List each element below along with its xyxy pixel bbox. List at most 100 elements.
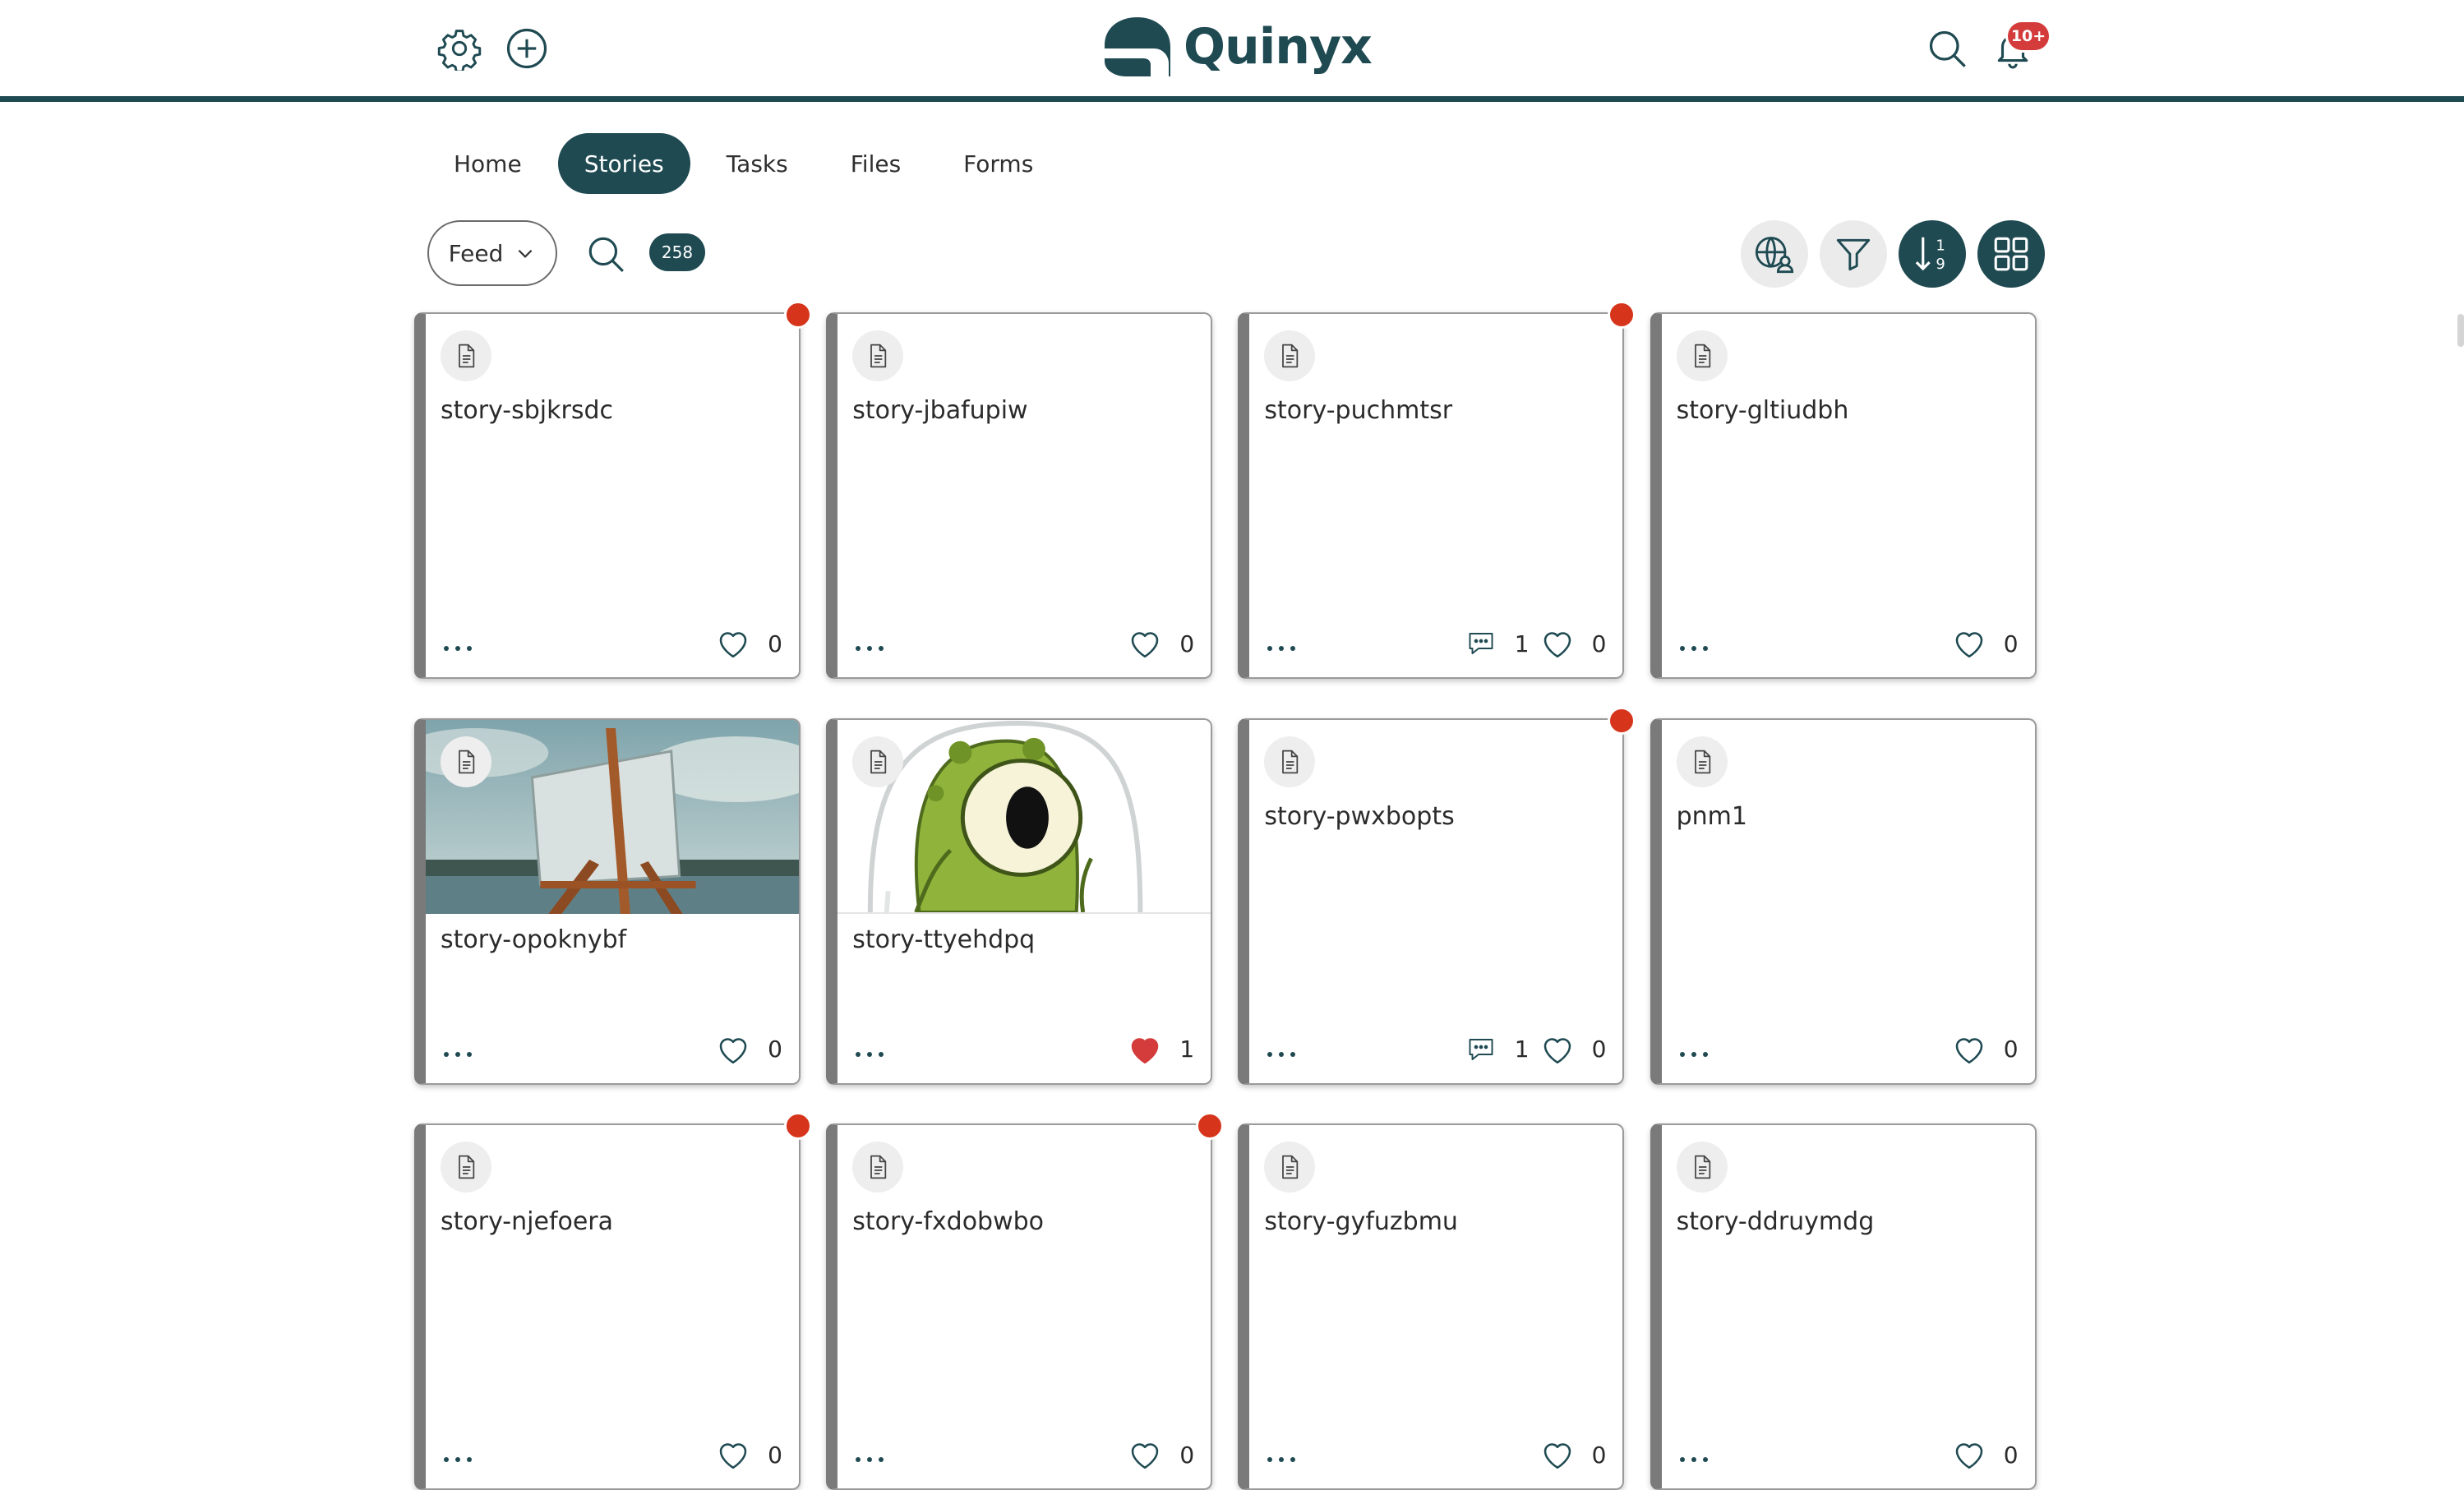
- story-title: story-pwxbopts: [1264, 801, 1455, 831]
- story-title: story-sbjkrsdc: [441, 396, 614, 425]
- comments-stat[interactable]: 1: [1465, 629, 1530, 658]
- dot: [1290, 1051, 1296, 1057]
- more-options-button[interactable]: [444, 1047, 472, 1062]
- more-options-button[interactable]: [856, 1452, 884, 1467]
- likes-stat[interactable]: 0: [717, 1034, 782, 1065]
- likes-stat[interactable]: 0: [1128, 628, 1194, 659]
- likes-stat[interactable]: 0: [1541, 628, 1607, 659]
- svg-text:1: 1: [1936, 238, 1945, 255]
- scrollbar-thumb[interactable]: [2457, 314, 2464, 347]
- heart-filled-icon: [1132, 1037, 1159, 1063]
- story-card-4[interactable]: story-gltiudbh 0: [1650, 312, 2037, 679]
- dot: [856, 646, 861, 651]
- more-options-button[interactable]: [1679, 641, 1708, 656]
- more-options-button[interactable]: [1679, 1452, 1708, 1467]
- dot: [867, 646, 873, 651]
- story-card-6[interactable]: story-ttyehdpq 1: [826, 717, 1213, 1085]
- filter-button[interactable]: [1820, 220, 1887, 288]
- likes-stat[interactable]: 0: [1541, 1439, 1607, 1470]
- sort-button[interactable]: 1 9: [1899, 220, 1966, 288]
- settings-button[interactable]: [436, 25, 483, 72]
- document-icon: [459, 344, 475, 368]
- document-icon: [870, 344, 887, 368]
- unread-indicator: [784, 301, 812, 329]
- comment-count: 1: [1514, 630, 1530, 657]
- story-card-8[interactable]: pnm1 0: [1650, 717, 2037, 1085]
- document-type-badge: [852, 1142, 904, 1193]
- tab-forms[interactable]: Forms: [937, 133, 1059, 194]
- search-button[interactable]: [1923, 25, 1971, 72]
- likes-stat[interactable]: 0: [1953, 1439, 2019, 1470]
- likes-stat[interactable]: 0: [1953, 628, 2019, 659]
- feed-search-button[interactable]: [582, 230, 630, 278]
- story-card-9[interactable]: story-njefoera 0: [414, 1112, 812, 1490]
- story-card-1[interactable]: story-sbjkrsdc 0: [414, 301, 812, 679]
- story-card-11[interactable]: story-gyfuzbmu 0: [1238, 1123, 1625, 1490]
- like-count: 0: [1591, 630, 1607, 657]
- document-type-badge: [441, 1142, 491, 1193]
- story-card-10[interactable]: story-fxdobwbo 0: [826, 1112, 1225, 1490]
- likes-stat[interactable]: 0: [1953, 1034, 2019, 1065]
- more-options-button[interactable]: [1267, 1047, 1296, 1062]
- comment-icon: [1469, 633, 1493, 654]
- grid-view-button[interactable]: [1977, 220, 2045, 288]
- more-options-button[interactable]: [444, 641, 472, 656]
- like-count: 0: [1591, 1441, 1607, 1469]
- comment-count: 1: [1514, 1036, 1530, 1063]
- heart-icon: [719, 632, 747, 658]
- story-stats: 0: [1953, 1439, 2019, 1470]
- like-count: 0: [768, 1441, 782, 1469]
- more-options-button[interactable]: [1267, 1452, 1296, 1467]
- dot: [1702, 1051, 1708, 1057]
- more-options-button[interactable]: [1267, 641, 1296, 656]
- more-options-button[interactable]: [856, 1047, 884, 1062]
- tab-files[interactable]: Files: [824, 133, 927, 194]
- create-button[interactable]: [503, 25, 551, 72]
- story-card-7[interactable]: story-pwxbopts 1 0: [1238, 706, 1636, 1085]
- dot: [1679, 646, 1685, 651]
- story-stats: 0: [717, 1439, 782, 1470]
- more-options-button[interactable]: [856, 641, 884, 656]
- likes-stat[interactable]: 0: [1541, 1034, 1606, 1065]
- audience-button[interactable]: [1741, 220, 1808, 288]
- story-title: story-ddruymdg: [1676, 1207, 1875, 1237]
- story-stats: 0: [1953, 628, 2019, 659]
- likes-stat[interactable]: 1: [1128, 1034, 1194, 1065]
- document-icon: [1694, 344, 1710, 368]
- dot: [1267, 646, 1273, 651]
- story-stats: 0: [1128, 1439, 1194, 1470]
- tab-stories[interactable]: Stories: [557, 133, 690, 194]
- dot: [1691, 1457, 1696, 1463]
- heart-icon: [1543, 1037, 1571, 1063]
- dot: [467, 1457, 472, 1463]
- more-options-button[interactable]: [1679, 1047, 1708, 1062]
- feed-dropdown-label: Feed: [448, 239, 504, 267]
- search-icon: [588, 237, 624, 272]
- more-options-button[interactable]: [444, 1452, 472, 1467]
- search-icon: [1929, 30, 1966, 67]
- plus-circle-icon: [506, 28, 547, 69]
- likes-stat[interactable]: 0: [717, 1439, 782, 1470]
- story-card-2[interactable]: story-jbafupiw 0: [826, 312, 1213, 679]
- like-count: 0: [2003, 1441, 2019, 1469]
- document-type-badge: [852, 330, 904, 381]
- comments-stat[interactable]: 1: [1465, 1035, 1530, 1064]
- document-type-badge: [441, 330, 491, 381]
- document-icon: [1282, 750, 1299, 773]
- sort-numeric-icon: 1 9: [1915, 238, 1945, 273]
- tab-home[interactable]: Home: [427, 133, 548, 194]
- story-card-5[interactable]: story-opoknybf 0: [414, 717, 801, 1085]
- document-type-badge: [1264, 330, 1316, 381]
- dot: [455, 1051, 460, 1057]
- tab-tasks[interactable]: Tasks: [700, 133, 814, 194]
- unread-indicator: [1608, 706, 1636, 735]
- heart-icon: [719, 1443, 747, 1469]
- document-icon: [459, 750, 475, 773]
- story-card-12[interactable]: story-ddruymdg 0: [1650, 1123, 2037, 1490]
- likes-stat[interactable]: 0: [1128, 1439, 1194, 1470]
- dot: [467, 1051, 472, 1057]
- story-card-3[interactable]: story-puchmtsr 1 0: [1238, 301, 1636, 679]
- feed-dropdown[interactable]: Feed: [427, 220, 557, 286]
- dot: [455, 1457, 460, 1463]
- likes-stat[interactable]: 0: [717, 628, 782, 659]
